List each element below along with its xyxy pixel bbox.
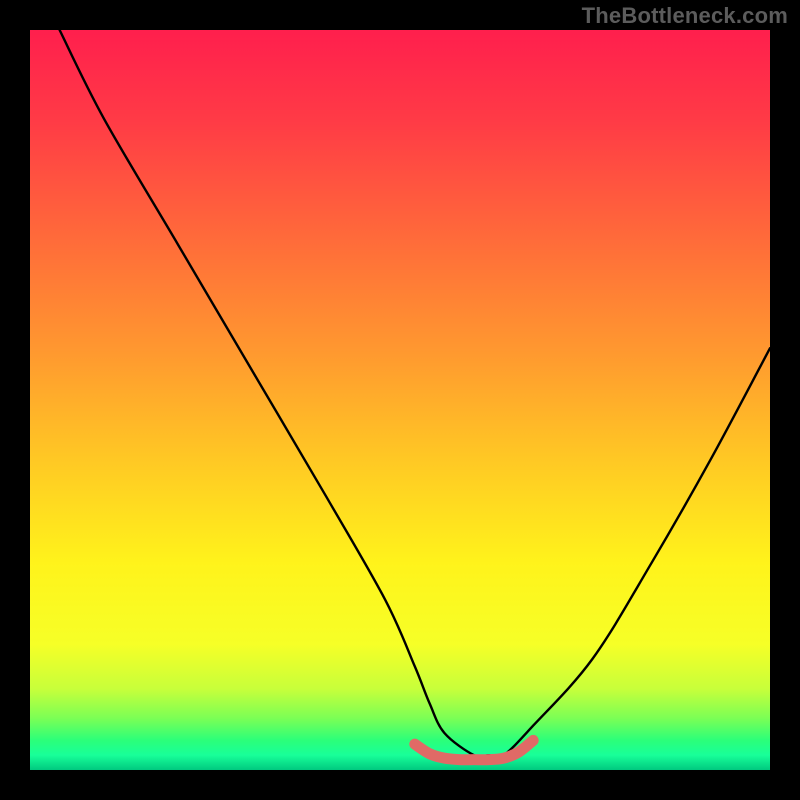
curve-layer: [30, 30, 770, 770]
plot-area: [30, 30, 770, 770]
v-curve-line: [60, 30, 770, 757]
chart-frame: TheBottleneck.com: [0, 0, 800, 800]
watermark-text: TheBottleneck.com: [582, 3, 788, 29]
